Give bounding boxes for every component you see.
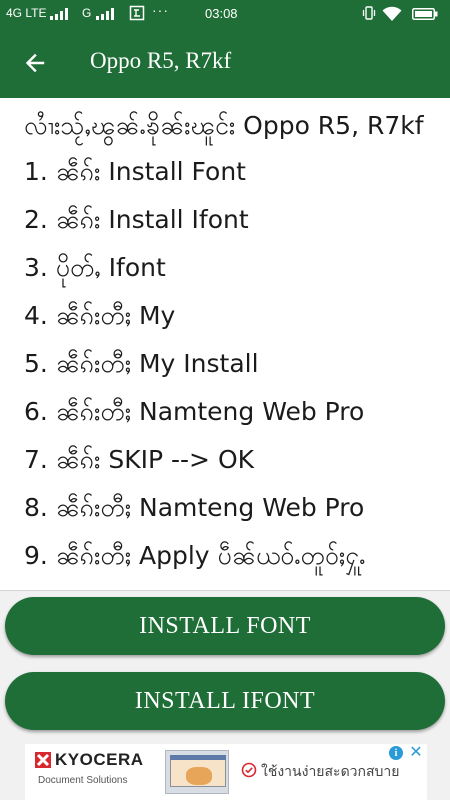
instruction-step: 6. ၼဵၵ်းတီႈ Namteng Web Pro: [24, 397, 365, 426]
network-type-label-2: G: [82, 6, 92, 20]
battery-icon: [412, 8, 438, 23]
check-circle-icon: [241, 762, 257, 778]
instruction-step: 5. ၼဵၵ်းတီႈ My Install: [24, 349, 259, 378]
ad-close-icon[interactable]: ✕: [408, 744, 424, 760]
kyocera-logo-icon: [35, 752, 51, 768]
install-font-button[interactable]: INSTALL FONT: [5, 597, 445, 655]
ad-text: ใช้งานง่ายสะดวกสบาย: [261, 764, 400, 780]
signal-strength-icon-2: [96, 8, 120, 23]
instruction-step: 7. ၼဵၵ်း SKIP --> OK: [24, 445, 255, 474]
ad-image: [165, 750, 229, 794]
app-bar: Oppo R5, R7kf: [0, 28, 450, 98]
ad-banner[interactable]: KYOCERA Document Solutions ใช้งานง่ายสะด…: [25, 744, 427, 800]
instruction-step: 9. ၼဵၵ်းတီႈ Apply ပဵၼ်ယဝ်ႉတူဝ်ႈႁူႉ: [24, 541, 366, 570]
instruction-step: 8. ၼဵၵ်းတီႈ Namteng Web Pro: [24, 493, 365, 522]
instruction-step: 4. ၼဵၵ်းတီႈ My: [24, 301, 176, 330]
network-type-label: 4G LTE: [6, 6, 47, 20]
arrow-left-icon: [25, 53, 45, 73]
more-notifications-indicator: ···: [152, 2, 169, 18]
instruction-step: 1. ၼဵၵ်း Install Font: [24, 157, 246, 186]
ad-subtitle: Document Solutions: [38, 775, 128, 786]
ad-info-icon[interactable]: i: [389, 746, 403, 760]
back-button[interactable]: [14, 42, 56, 84]
instructions-panel: လၢႆးသႂ်ႇၽွၼ်ႉၶိုၼ်းၽူင်း Oppo R5, R7kf 1…: [0, 98, 450, 591]
notification-app-icon: [129, 5, 145, 24]
ad-brand: KYOCERA: [55, 750, 144, 769]
page-title: Oppo R5, R7kf: [90, 48, 232, 73]
install-ifont-button[interactable]: INSTALL IFONT: [5, 672, 445, 730]
instruction-step: 3. ပိုတ်ႇ Ifont: [24, 253, 166, 282]
wifi-icon: [382, 6, 402, 25]
signal-strength-icon: [50, 8, 74, 23]
vibrate-icon: [361, 5, 377, 24]
status-bar: 4G LTE G ··· 03:08: [0, 0, 450, 28]
clock: 03:08: [205, 6, 238, 21]
instructions-heading: လၢႆးသႂ်ႇၽွၼ်ႉၶိုၼ်းၽူင်း Oppo R5, R7kf: [24, 111, 424, 140]
instruction-step: 2. ၼဵၵ်း Install Ifont: [24, 205, 249, 234]
